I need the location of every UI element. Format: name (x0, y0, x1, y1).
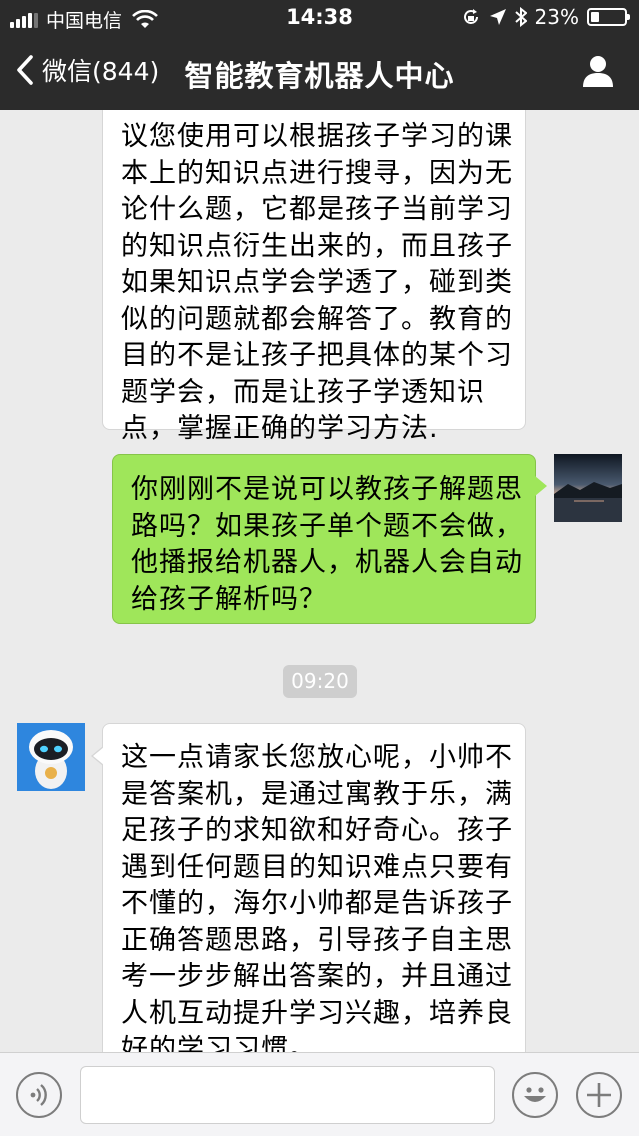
message-bubble-incoming[interactable]: 这一点请家长您放心呢，小帅不 是答案机，是通过寓教于乐，满 足孩子的求知欲和好奇… (102, 723, 526, 1052)
nav-bar: 微信(844) 智能教育机器人中心 (0, 36, 639, 110)
message-bubble-incoming[interactable]: 议您使用可以根据孩子学习的课 本上的知识点进行搜寻，因为无 论什么题，它都是孩子… (102, 110, 526, 444)
message-line: 议您使用可以根据孩子学习的课 (121, 121, 513, 152)
emoji-button[interactable] (512, 1072, 558, 1118)
input-bar (0, 1052, 639, 1136)
message-line: 你刚刚不是说可以教孩子解题思 (131, 474, 523, 505)
battery-percent: 23% (534, 5, 579, 29)
top-bar: 中国电信 14:38 23% 微信(844) 智能教育机器人中心 (0, 0, 639, 110)
status-right: 23% (461, 5, 630, 29)
message-line: 如果知识点学会学透了，碰到类 (121, 267, 513, 298)
emoji-icon (524, 1087, 546, 1102)
chat-area[interactable]: 议您使用可以根据孩子学习的课 本上的知识点进行搜寻，因为无 论什么题，它都是孩子… (0, 110, 639, 1052)
location-icon (489, 9, 506, 25)
message-line: 遇到任何题目的知识难点只要有 (121, 851, 513, 883)
voice-button[interactable] (16, 1072, 62, 1118)
voice-icon (30, 1084, 47, 1106)
my-avatar[interactable] (554, 454, 622, 522)
bluetooth-icon (514, 7, 527, 27)
message-line: 是答案机，是通过寓教于乐，满 (121, 778, 513, 810)
message-line: 目的不是让孩子把具体的某个习 (121, 340, 513, 371)
message-line: 点，掌握正确的学习方法. (121, 413, 439, 444)
message-line: 给孩子解析吗？ (131, 583, 327, 615)
message-bubble-outgoing[interactable]: 你刚刚不是说可以教孩子解题思 路吗？如果孩子单个题不会做， 他播报给机器人，机器… (112, 454, 536, 624)
plus-icon (587, 1083, 611, 1107)
message-line: 好的学习习惯。 (121, 1034, 317, 1052)
bubble-tail (535, 476, 547, 496)
message-line: 似的问题就都会解答了。教育的 (121, 303, 513, 335)
message-line: 考一步步解出答案的，并且通过 (121, 961, 513, 992)
battery-icon (587, 8, 630, 26)
message-line: 论什么题，它都是孩子当前学习 (121, 194, 513, 225)
message-line: 路吗？如果孩子单个题不会做， (131, 510, 523, 542)
message-line: 的知识点衍生出来的，而且孩子 (121, 230, 513, 262)
chat-title: 智能教育机器人中心 (184, 59, 455, 93)
message-line: 不懂的，海尔小帅都是告诉孩子 (121, 888, 513, 919)
lock-rotation-icon (463, 9, 478, 24)
message-line: 人机互动提升学习兴趣，培养良 (121, 997, 513, 1029)
plus-button[interactable] (576, 1072, 622, 1118)
message-input[interactable] (80, 1066, 495, 1124)
timestamp: 09:20 (283, 665, 357, 698)
message-line: 正确答题思路，引导孩子自主思 (121, 924, 513, 956)
status-bar: 中国电信 14:38 23% (0, 0, 639, 36)
profile-icon[interactable] (581, 54, 615, 88)
message-line: 他播报给机器人，机器人会自动 (131, 547, 523, 578)
message-line: 这一点请家长您放心呢，小帅不 (121, 742, 513, 773)
message-line: 题学会，而是让孩子学透知识 (121, 376, 485, 408)
robot-avatar[interactable] (17, 723, 85, 791)
message-line: 足孩子的求知欲和好奇心。孩子 (121, 815, 513, 846)
message-line: 本上的知识点进行搜寻，因为无 (121, 157, 513, 189)
bubble-tail (93, 747, 104, 765)
